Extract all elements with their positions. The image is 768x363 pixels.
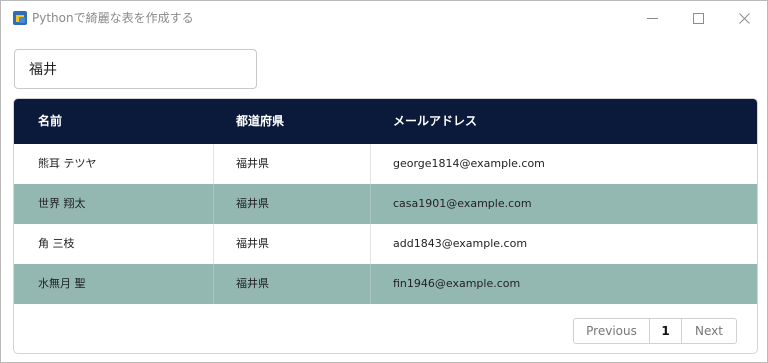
- cell-prefecture: 福井県: [236, 197, 269, 210]
- cell-name: 熊耳 テツヤ: [38, 157, 97, 170]
- cell-prefecture: 福井県: [236, 157, 269, 170]
- minimize-button[interactable]: [629, 1, 675, 35]
- cell-prefecture: 福井県: [236, 237, 269, 250]
- window-title: Pythonで綺麗な表を作成する: [32, 11, 194, 25]
- table-row[interactable]: 角 三枝 福井県 add1843@example.com: [14, 224, 757, 264]
- cell-email: casa1901@example.com: [393, 197, 532, 210]
- previous-page-button[interactable]: Previous: [574, 319, 650, 343]
- cell-prefecture: 福井県: [236, 277, 269, 290]
- search-input[interactable]: [14, 49, 257, 89]
- cell-email: add1843@example.com: [393, 237, 528, 250]
- cell-name: 水無月 聖: [38, 277, 86, 290]
- column-header-name[interactable]: 名前: [38, 99, 62, 144]
- cell-name: 世界 翔太: [38, 197, 86, 210]
- table-row[interactable]: 水無月 聖 福井県 fin1946@example.com: [14, 264, 757, 304]
- app-window: Pythonで綺麗な表を作成する 名前 都道府県 メールアドレス 熊耳 テツヤ …: [0, 0, 768, 363]
- maximize-button[interactable]: [675, 1, 721, 35]
- python-app-icon: [13, 11, 27, 25]
- maximize-icon: [692, 12, 704, 24]
- close-button[interactable]: [721, 1, 767, 35]
- close-icon: [738, 12, 750, 24]
- table-row[interactable]: 熊耳 テツヤ 福井県 george1814@example.com: [14, 144, 757, 184]
- column-header-email[interactable]: メールアドレス: [393, 99, 477, 144]
- table-header: 名前 都道府県 メールアドレス: [14, 99, 757, 144]
- cell-email: george1814@example.com: [393, 157, 545, 170]
- pagination: Previous 1 Next: [573, 318, 737, 344]
- next-page-button[interactable]: Next: [682, 319, 736, 343]
- minimize-icon: [646, 17, 658, 19]
- column-header-prefecture[interactable]: 都道府県: [236, 99, 284, 144]
- cell-name: 角 三枝: [38, 237, 75, 250]
- data-table: 名前 都道府県 メールアドレス 熊耳 テツヤ 福井県 george1814@ex…: [13, 98, 758, 354]
- table-row[interactable]: 世界 翔太 福井県 casa1901@example.com: [14, 184, 757, 224]
- cell-email: fin1946@example.com: [393, 277, 521, 290]
- page-number-button[interactable]: 1: [650, 319, 682, 343]
- title-bar: Pythonで綺麗な表を作成する: [1, 1, 767, 35]
